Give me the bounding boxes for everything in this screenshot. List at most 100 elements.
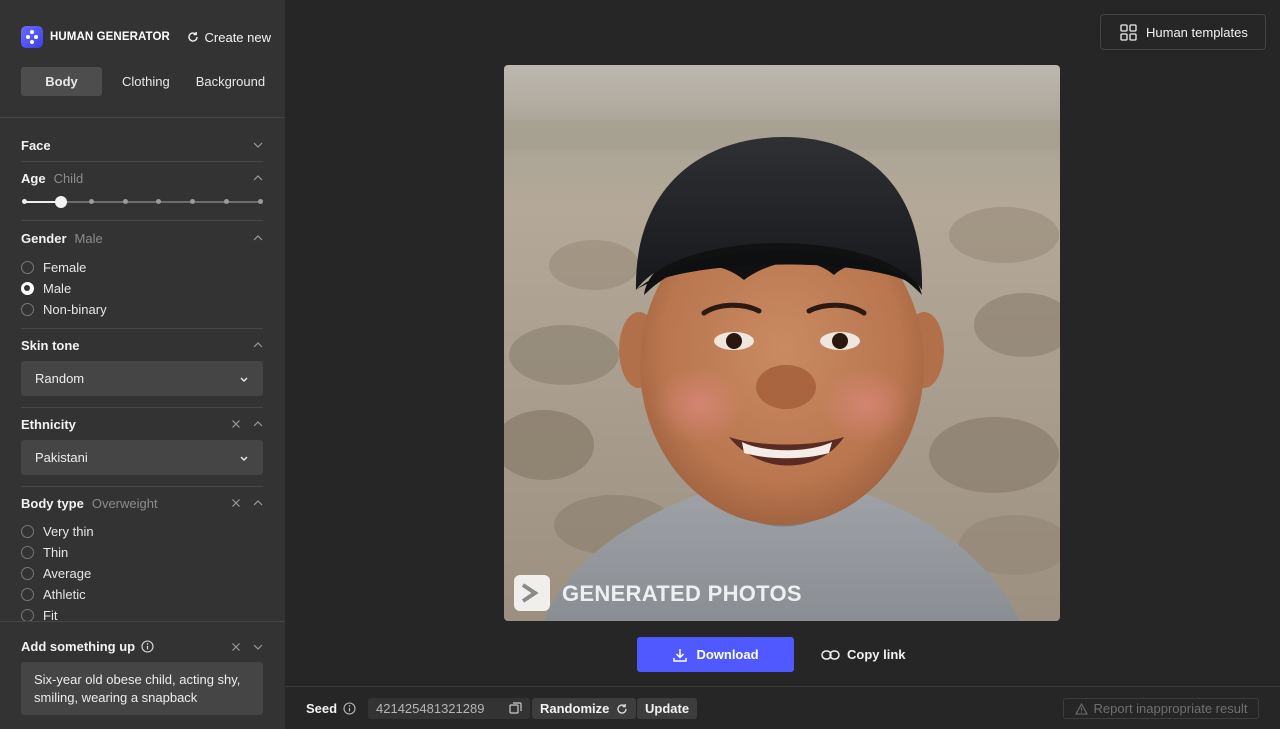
chevron-up-icon[interactable] — [253, 419, 263, 429]
randomize-button[interactable]: Randomize — [532, 698, 637, 719]
radio-button[interactable] — [21, 546, 34, 559]
logo-icon — [21, 26, 43, 48]
prompt-textarea[interactable]: Six-year old obese child, acting shy, sm… — [21, 662, 263, 715]
age-title: Age — [21, 170, 46, 186]
radio-button[interactable] — [21, 588, 34, 601]
refresh-icon — [187, 32, 198, 42]
chevron-up-icon[interactable] — [253, 340, 263, 350]
tab-clothing[interactable]: Clothing — [106, 67, 186, 96]
slider-step — [258, 199, 263, 204]
add-something-panel: Add something up Six-year old obese chil… — [0, 621, 285, 729]
option-label: Thin — [43, 545, 69, 560]
download-icon — [673, 648, 688, 662]
warning-icon — [1074, 702, 1088, 715]
download-button[interactable]: Download — [637, 637, 794, 672]
bottom-bar: Seed 421425481321289 Randomize Update Re… — [285, 686, 1280, 729]
body-type-value: Overweight — [91, 495, 158, 511]
chevron-down-icon — [240, 377, 248, 382]
divider — [21, 486, 263, 487]
download-label: Download — [696, 647, 759, 662]
copy-icon[interactable] — [509, 702, 522, 715]
age-value: Child — [53, 170, 84, 186]
option-label: Female — [43, 260, 87, 275]
report-label: Report inappropriate result — [1093, 701, 1248, 716]
option-label: Average — [43, 566, 92, 581]
close-icon[interactable] — [231, 498, 241, 508]
ethnicity-value: Pakistani — [35, 450, 88, 465]
slider-step — [156, 199, 161, 204]
seed-input[interactable]: 421425481321289 — [368, 698, 530, 719]
skin-tone-title: Skin tone — [21, 337, 80, 353]
tab-body[interactable]: Body — [21, 67, 102, 96]
gender-option-non-binary[interactable]: Non-binary — [21, 299, 263, 320]
sidebar: HUMAN GENERATOR Create new Body Clothing… — [0, 0, 285, 729]
divider — [21, 220, 263, 221]
portrait-image — [504, 65, 1060, 621]
body-type-option-athletic[interactable]: Athletic — [21, 584, 263, 605]
info-icon[interactable] — [343, 702, 356, 715]
divider — [21, 407, 263, 408]
radio-button[interactable] — [21, 303, 34, 316]
face-title: Face — [21, 137, 51, 153]
slider-step — [190, 199, 195, 204]
slider-step — [123, 199, 128, 204]
watermark-text: GENERATED PHOTOS — [562, 581, 802, 606]
body-type-option-very-thin[interactable]: Very thin — [21, 521, 263, 542]
seed-value: 421425481321289 — [376, 701, 485, 716]
chevron-up-icon[interactable] — [253, 233, 263, 243]
gender-option-female[interactable]: Female — [21, 257, 263, 278]
age-section: Age Child — [21, 170, 263, 186]
grid-icon — [1120, 23, 1137, 41]
radio-button-selected[interactable] — [21, 282, 34, 295]
chevron-up-icon[interactable] — [253, 498, 263, 508]
body-type-section: Body type Overweight Very thin Thin Aver… — [21, 495, 263, 626]
link-icon — [821, 649, 840, 660]
ethnicity-title: Ethnicity — [21, 416, 76, 432]
copy-link-button[interactable]: Copy link — [821, 637, 906, 672]
brand-row: HUMAN GENERATOR Create new — [21, 26, 271, 48]
chevron-down-icon[interactable] — [253, 140, 263, 150]
human-templates-label: Human templates — [1146, 24, 1248, 40]
radio-button[interactable] — [21, 261, 34, 274]
body-type-option-average[interactable]: Average — [21, 563, 263, 584]
generated-photo: GENERATED PHOTOS — [504, 65, 1060, 621]
face-section[interactable]: Face — [21, 137, 263, 153]
chevron-up-icon[interactable] — [253, 173, 263, 183]
divider — [21, 161, 263, 162]
tab-background[interactable]: Background — [190, 67, 271, 96]
age-slider[interactable] — [21, 196, 263, 208]
info-icon[interactable] — [141, 640, 154, 653]
report-button[interactable]: Report inappropriate result — [1063, 698, 1259, 719]
update-label: Update — [645, 701, 690, 716]
body-type-option-thin[interactable]: Thin — [21, 542, 263, 563]
add-something-title: Add something up — [21, 639, 136, 654]
seed-label: Seed — [306, 701, 356, 716]
radio-button[interactable] — [21, 525, 34, 538]
gender-value: Male — [74, 230, 103, 246]
option-label: Male — [43, 281, 72, 296]
skin-tone-select[interactable]: Random — [21, 361, 263, 396]
gender-section: Gender Male Female Male Non-binary — [21, 230, 263, 320]
human-templates-button[interactable]: Human templates — [1100, 14, 1266, 50]
slider-step — [224, 199, 229, 204]
close-icon[interactable] — [231, 419, 241, 429]
chevron-down-icon[interactable] — [253, 642, 263, 652]
gender-option-male[interactable]: Male — [21, 278, 263, 299]
brand-name: HUMAN GENERATOR — [50, 31, 170, 43]
create-new-button[interactable]: Create new — [187, 30, 271, 45]
ethnicity-select[interactable]: Pakistani — [21, 440, 263, 475]
slider-thumb[interactable] — [55, 196, 67, 208]
seed-label-text: Seed — [306, 701, 338, 716]
body-type-title: Body type — [21, 495, 84, 511]
option-label: Athletic — [43, 587, 86, 602]
update-button[interactable]: Update — [637, 698, 698, 719]
option-label: Very thin — [43, 524, 94, 539]
randomize-label: Randomize — [540, 701, 610, 716]
close-icon[interactable] — [231, 642, 241, 652]
skin-tone-section: Skin tone — [21, 337, 263, 353]
ethnicity-section: Ethnicity — [21, 416, 263, 432]
slider-step — [89, 199, 94, 204]
gender-title: Gender — [21, 230, 67, 246]
radio-button[interactable] — [21, 567, 34, 580]
divider — [21, 328, 263, 329]
